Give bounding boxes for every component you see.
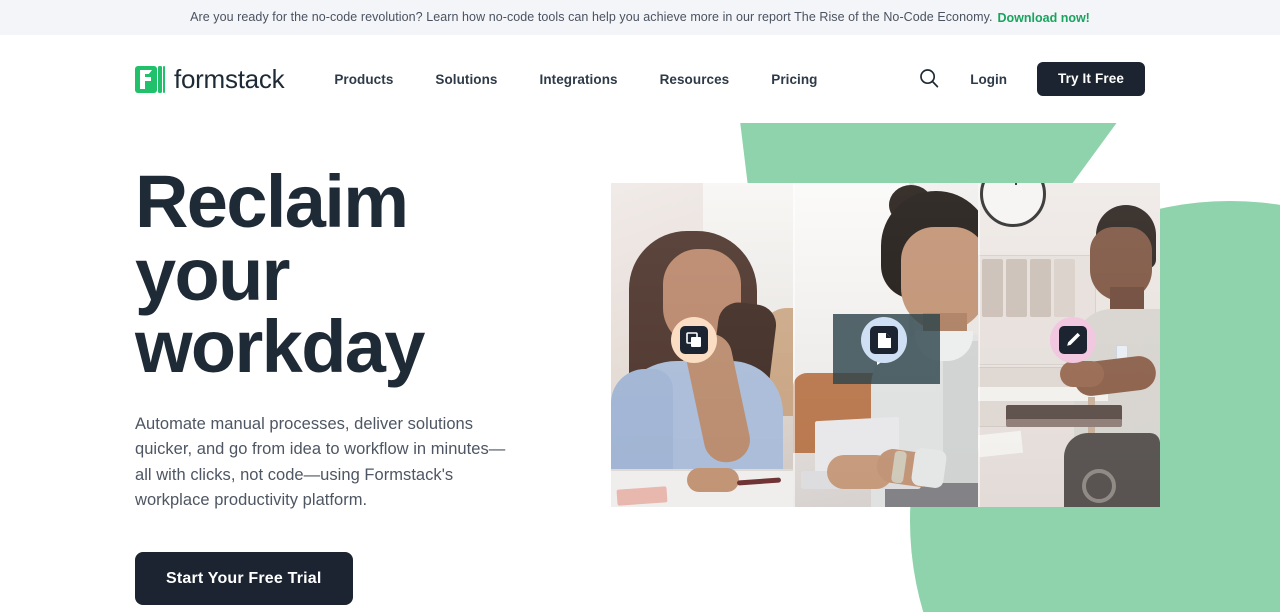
hero-copy: Reclaim your workday Automate manual pro… [135,165,555,605]
announcement-text: Are you ready for the no-code revolution… [190,10,993,25]
site-header: formstack Products Solutions Integration… [0,35,1280,123]
page-title: Reclaim your workday [135,165,555,384]
formstack-logo-icon [135,65,165,93]
primary-navigation: Products Solutions Integrations Resource… [334,62,817,97]
headline-line-1: Reclaim your [135,160,409,316]
announcement-banner: Are you ready for the no-code revolution… [0,0,1280,35]
nav-item-products[interactable]: Products [334,62,393,97]
headline-line-2: workday [135,305,425,389]
green-banner-decoration [740,123,1118,183]
feature-badge-forms [861,317,907,363]
try-it-free-button[interactable]: Try It Free [1036,62,1145,96]
download-now-link[interactable]: Download now! [998,11,1090,25]
search-button[interactable] [914,64,944,94]
nav-item-solutions[interactable]: Solutions [435,62,497,97]
search-icon [919,68,939,91]
nav-item-integrations[interactable]: Integrations [540,62,618,97]
feature-badge-sign [1050,317,1096,363]
copy-documents-icon [680,326,708,354]
login-link[interactable]: Login [970,72,1007,87]
document-page-icon [870,326,898,354]
start-free-trial-button[interactable]: Start Your Free Trial [135,551,353,605]
nav-item-resources[interactable]: Resources [660,62,730,97]
header-actions: Login Try It Free [914,35,1145,123]
hero-subcopy: Automate manual processes, deliver solut… [135,414,506,510]
formstack-homepage: Are you ready for the no-code revolution… [0,0,1280,612]
feature-badge-documents [671,317,717,363]
hero-section: Reclaim your workday Automate manual pro… [0,123,1280,612]
formstack-wordmark: formstack [174,64,285,94]
nav-item-pricing[interactable]: Pricing [771,62,817,97]
pencil-edit-icon [1059,326,1087,354]
formstack-logo[interactable]: formstack [135,64,285,94]
